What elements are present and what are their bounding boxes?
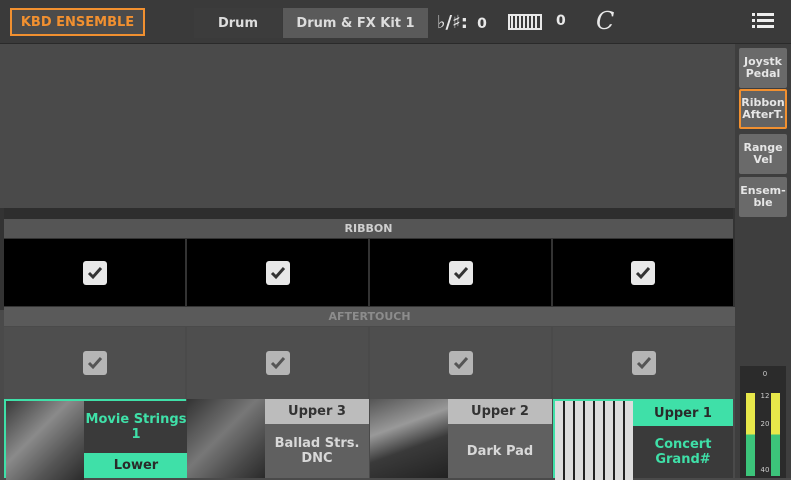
side-tab-ensemble[interactable]: Ensem- ble — [739, 177, 787, 217]
slot-sound-name: Ballad Strs. DNC — [265, 424, 369, 478]
main-upper-area — [4, 44, 735, 210]
aftertouch-checkbox-4[interactable] — [632, 351, 656, 375]
transpose-symbol: ♭/♯: — [437, 12, 468, 33]
slot-upper-2[interactable]: Upper 2 Dark Pad — [370, 399, 552, 478]
ribbon-checkbox-1[interactable] — [82, 260, 107, 285]
aftertouch-checkbox-2[interactable] — [265, 351, 290, 375]
aftertouch-checkbox-3[interactable] — [448, 351, 473, 375]
slot-sound-name: Concert Grand# — [633, 426, 733, 478]
aftertouch-cell-1 — [4, 327, 185, 399]
slot-upper-1[interactable]: Upper 1 Concert Grand# — [553, 399, 733, 480]
ribbon-cell-2 — [187, 239, 368, 306]
slot-part-label: Upper 1 — [633, 401, 733, 426]
meter-scale-40: 40 — [760, 466, 770, 474]
slot-lower[interactable]: Movie Strings 1 Lower — [4, 399, 188, 480]
piano-image-icon — [555, 401, 633, 480]
side-tab-ribbon-aftertouch[interactable]: Ribbon AfterT. — [739, 89, 787, 129]
aftertouch-checkbox-1[interactable] — [82, 351, 107, 375]
meter-bar-left — [746, 393, 755, 476]
slot-part-label: Upper 3 — [265, 399, 369, 424]
aftertouch-label: AFTERTOUCH — [4, 307, 735, 326]
keyboard-icon — [508, 14, 542, 30]
slot-sound-name: Dark Pad — [448, 424, 552, 478]
kbd-ensemble-button[interactable]: KBD ENSEMBLE — [10, 8, 145, 36]
menu-icon[interactable] — [752, 12, 774, 30]
ribbon-cell-4 — [553, 239, 733, 306]
transpose-indicator[interactable]: ♭/♯: 0 — [437, 12, 487, 33]
aftertouch-cell-4 — [553, 327, 735, 399]
ribbon-checkbox-4[interactable] — [631, 260, 655, 285]
side-tab-joystick-pedal[interactable]: Joystk Pedal — [739, 48, 787, 88]
slot-part-label: Upper 2 — [448, 399, 552, 424]
level-meter: 0 12 20 40 — [740, 366, 786, 478]
meter-scale-12: 12 — [760, 392, 770, 400]
ribbon-cell-3 — [370, 239, 551, 306]
meter-scale-0: 0 — [762, 370, 768, 378]
meter-bar-right — [771, 393, 780, 476]
transpose-value: 0 — [477, 16, 487, 32]
time-signature[interactable]: C — [596, 7, 614, 35]
aftertouch-cell-3 — [370, 327, 551, 399]
slot-upper-3[interactable]: Upper 3 Ballad Strs. DNC — [187, 399, 369, 478]
ribbon-cell-1 — [4, 239, 185, 306]
synth-image-icon — [370, 399, 448, 478]
ribbon-checkbox-3[interactable] — [448, 260, 473, 285]
meter-scale-20: 20 — [760, 420, 770, 428]
ribbon-checkbox-2[interactable] — [265, 260, 290, 285]
strings-image-icon — [6, 401, 84, 480]
slot-part-label: Lower — [84, 453, 188, 478]
strings-image-icon — [187, 399, 265, 478]
side-tab-range-velocity[interactable]: Range Vel — [739, 134, 787, 174]
slot-sound-name: Movie Strings 1 — [84, 401, 188, 453]
aftertouch-cell-2 — [187, 327, 368, 399]
tab-drum[interactable]: Drum — [194, 8, 282, 38]
ribbon-label: RIBBON — [4, 219, 733, 238]
tab-drum-fx-kit[interactable]: Drum & FX Kit 1 — [283, 8, 428, 38]
octave-value: 0 — [556, 13, 566, 29]
